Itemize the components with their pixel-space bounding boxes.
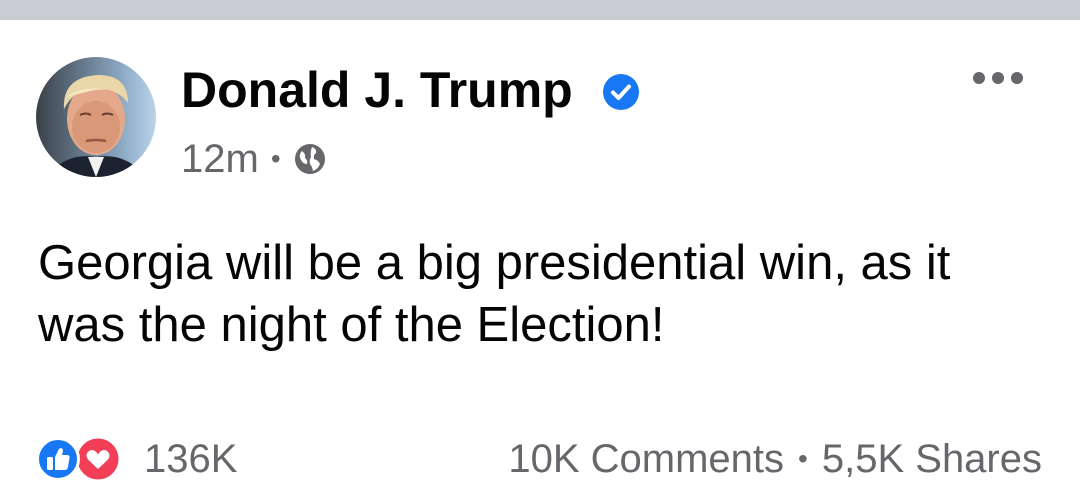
shares-count[interactable]: 5,5K Shares <box>822 437 1042 482</box>
top-divider <box>0 0 1080 20</box>
post-text: Georgia will be a big presidential win, … <box>38 236 951 352</box>
more-options-icon[interactable] <box>968 63 1028 93</box>
engagement-stats: 10K Comments • 5,5K Shares <box>508 435 1042 483</box>
love-reaction-icon <box>74 435 122 483</box>
reaction-icons <box>36 435 136 483</box>
reactions-summary[interactable]: 136K <box>36 435 237 483</box>
meta-separator: • <box>270 143 281 174</box>
reaction-count[interactable]: 136K <box>144 437 237 482</box>
post-time[interactable]: 12m <box>181 137 259 182</box>
avatar[interactable] <box>36 57 156 177</box>
post-meta: 12m • <box>181 135 327 183</box>
verified-badge-icon <box>603 74 639 110</box>
globe-icon[interactable] <box>293 142 327 176</box>
engagement-separator: • <box>798 443 808 474</box>
like-reaction-icon <box>36 437 80 481</box>
author-name[interactable]: Donald J. Trump <box>181 60 573 120</box>
comments-count[interactable]: 10K Comments <box>508 437 784 482</box>
